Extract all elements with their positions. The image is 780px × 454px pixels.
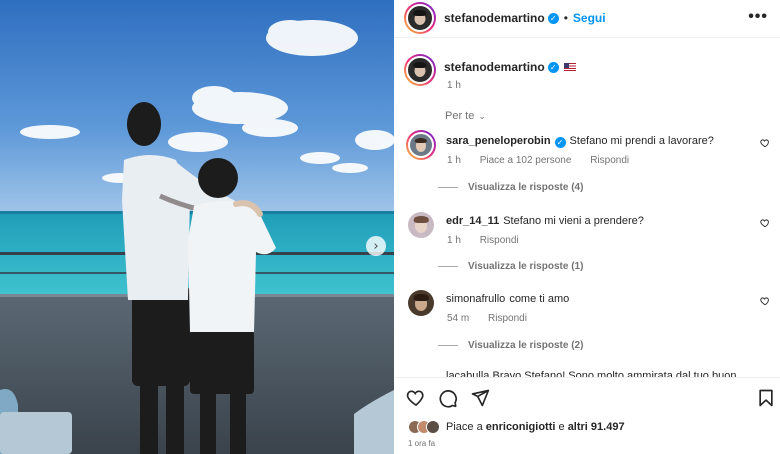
verified-badge-icon: ✓ — [547, 12, 559, 24]
reply-button[interactable]: Rispondi — [488, 313, 527, 324]
post-photo[interactable]: › — [0, 0, 394, 454]
view-replies-button[interactable]: Visualizza le risposte (4) — [438, 182, 583, 193]
post-image — [0, 0, 394, 454]
comment-item: simonafrullo come ti amo 54 m Rispondi — [406, 288, 776, 324]
heart-icon[interactable] — [760, 218, 770, 228]
view-replies-label: Visualizza le risposte (4) — [468, 182, 584, 193]
us-flag-icon — [563, 63, 576, 71]
commenter-avatar[interactable] — [408, 290, 434, 316]
commenter-avatar[interactable] — [406, 130, 436, 160]
follow-button[interactable]: Segui — [573, 11, 606, 25]
comment-sort-dropdown[interactable]: Per te ⌄ — [445, 110, 486, 122]
reply-button[interactable]: Rispondi — [590, 155, 629, 166]
heart-icon[interactable] — [406, 388, 426, 408]
commenter-username[interactable]: sara_peneloperobin — [446, 135, 551, 147]
next-photo-button[interactable]: › — [366, 236, 386, 256]
comment-item: sara_peneloperobin ✓ Stefano mi prendi a l… — [406, 130, 776, 166]
reply-button[interactable]: Rispondi — [480, 235, 519, 246]
verified-badge-icon: ✓ — [547, 61, 559, 73]
replies-divider — [438, 186, 458, 188]
comment-time: 1 h — [447, 235, 461, 246]
caption-time: 1 h — [447, 80, 461, 91]
separator-dot: • — [563, 11, 568, 25]
author-avatar[interactable] — [404, 2, 436, 34]
likes-count[interactable]: altri 91.497 — [568, 421, 625, 433]
comment-icon[interactable] — [438, 388, 458, 408]
heart-icon[interactable] — [760, 138, 770, 148]
likes-summary[interactable]: Piace a enriconigiotti e altri 91.497 — [408, 420, 625, 434]
view-replies-button[interactable]: Visualizza le risposte (2) — [438, 340, 583, 351]
comment-time: 1 h — [447, 155, 461, 166]
post-time: 1 ora fa — [408, 439, 436, 448]
replies-divider — [438, 344, 458, 346]
liker-avatar — [426, 420, 440, 434]
comment-time: 54 m — [447, 313, 470, 324]
post-side-panel: stefanodemartino ✓ • Segui ••• stefanode… — [394, 0, 780, 454]
comment-likes[interactable]: Piace a 102 persone — [480, 155, 572, 166]
view-replies-label: Visualizza le risposte (1) — [468, 261, 584, 272]
share-icon[interactable] — [470, 388, 490, 408]
comment-item: edr_14_11 Stefano mi vieni a prendere? 1 … — [406, 210, 776, 246]
comment-text: Stefano mi vieni a prendere? — [503, 215, 644, 227]
and-others-prefix: e — [558, 421, 565, 433]
commenter-username[interactable]: edr_14_11 — [446, 215, 499, 227]
comment-text: come ti amo — [509, 293, 570, 305]
bookmark-icon[interactable] — [756, 388, 776, 408]
heart-icon[interactable] — [760, 296, 770, 306]
caption-avatar[interactable] — [404, 54, 436, 86]
caption-username[interactable]: stefanodemartino — [444, 60, 545, 74]
view-replies-button[interactable]: Visualizza le risposte (1) — [438, 261, 583, 272]
verified-badge-icon: ✓ — [554, 137, 566, 148]
more-options-icon[interactable]: ••• — [748, 8, 768, 26]
liked-by-user[interactable]: enriconigiotti — [486, 421, 556, 433]
comment-sort-label: Per te — [445, 110, 475, 122]
chevron-down-icon: ⌄ — [478, 111, 486, 121]
post-header: stefanodemartino ✓ • Segui ••• — [394, 0, 780, 38]
commenter-avatar[interactable] — [408, 212, 434, 238]
liked-by-prefix: Piace a — [446, 421, 483, 433]
author-username[interactable]: stefanodemartino — [444, 11, 545, 25]
comment-text: Stefano mi prendi a lavorare? — [569, 135, 714, 147]
post-actions: Piace a enriconigiotti e altri 91.497 1 … — [394, 377, 780, 454]
caption: stefanodemartino ✓ — [444, 60, 576, 74]
replies-divider — [438, 265, 458, 267]
commenter-username[interactable]: simonafrullo — [446, 293, 505, 305]
view-replies-label: Visualizza le risposte (2) — [468, 340, 584, 351]
